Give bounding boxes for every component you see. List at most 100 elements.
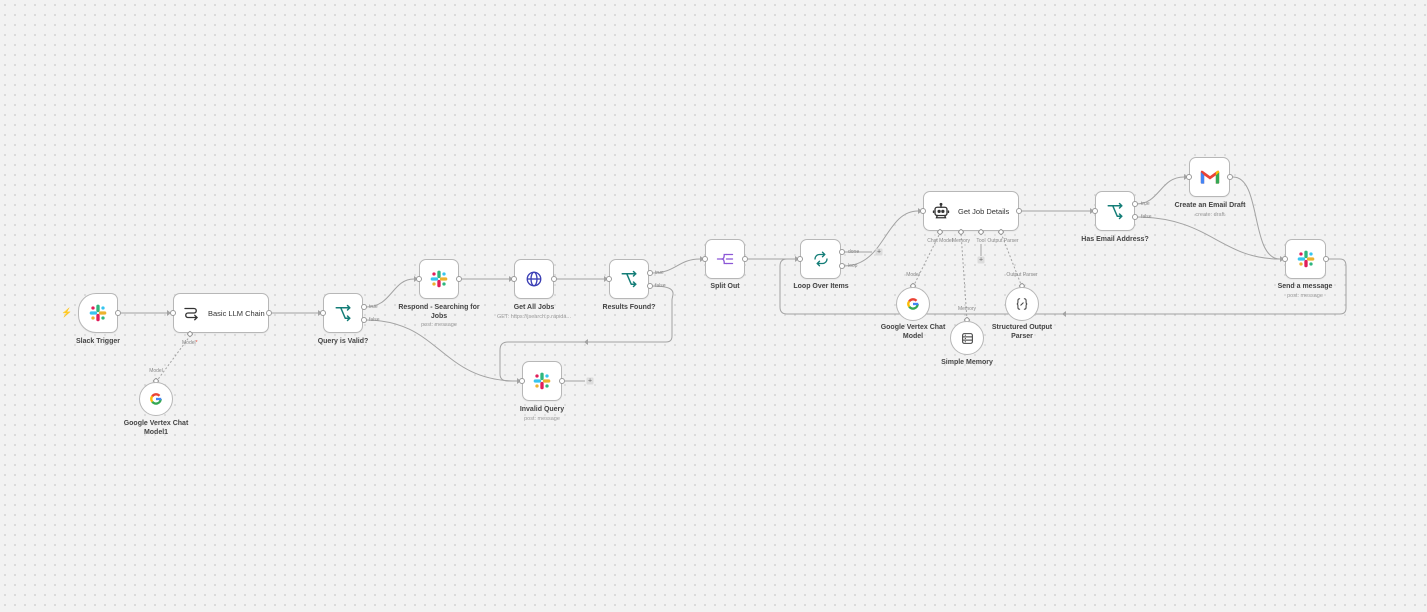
port-done[interactable] (839, 249, 845, 255)
globe-icon (526, 271, 542, 287)
port-input[interactable] (1092, 208, 1098, 214)
port-label-model: Model* (182, 340, 198, 346)
node-create-email-draft[interactable] (1189, 157, 1230, 197)
node-label: Send a message (1277, 283, 1333, 290)
google-icon (150, 393, 162, 405)
node-label: Invalid Query (519, 406, 565, 413)
node-vertex-model-1[interactable] (139, 382, 173, 416)
port-input[interactable] (797, 256, 803, 262)
port-output[interactable] (551, 276, 557, 282)
node-split-out[interactable] (705, 239, 745, 279)
node-vertex-model[interactable] (896, 287, 930, 321)
node-respond-searching[interactable] (419, 259, 459, 299)
port-output[interactable] (1227, 174, 1233, 180)
port-input[interactable] (606, 276, 612, 282)
edge-loop-to-agent (843, 210, 919, 267)
port-input[interactable] (702, 256, 708, 262)
node-get-job-details[interactable]: Get Job Details (923, 191, 1019, 231)
node-sublabel: create: draft (1195, 212, 1225, 218)
port-input[interactable] (519, 378, 525, 384)
port-output[interactable] (742, 256, 748, 262)
port-label-chat-model: Chat Model (927, 238, 953, 244)
port-label-done: done (848, 249, 860, 255)
node-has-email-address[interactable] (1095, 191, 1135, 231)
port-label-memory: Memory (957, 306, 977, 312)
node-sublabel: post: message (1287, 293, 1323, 299)
workflow-canvas[interactable]: ⚡ Slack Trigger Basic LLM Chain Model* M… (0, 0, 1427, 612)
port-label-true: true (655, 270, 664, 276)
node-structured-output-parser[interactable] (1005, 287, 1039, 321)
node-simple-memory[interactable] (950, 321, 984, 355)
port-input[interactable] (920, 208, 926, 214)
add-node-button[interactable]: + (875, 248, 883, 256)
database-icon (961, 332, 973, 344)
port-input[interactable] (170, 310, 176, 316)
port-false[interactable] (1132, 214, 1138, 220)
add-tool-button[interactable]: + (977, 256, 985, 264)
if-branch-icon (621, 270, 637, 288)
trigger-bolt-icon: ⚡ (61, 307, 73, 318)
port-label-true: true (369, 304, 378, 310)
node-basic-llm-chain[interactable]: Basic LLM Chain (173, 293, 269, 333)
edge-send-back-to-loop (779, 258, 1347, 315)
port-output[interactable] (456, 276, 462, 282)
edge-query-true-to-respond (365, 278, 415, 308)
edge-gmail-to-send (1232, 176, 1281, 260)
port-input[interactable] (511, 276, 517, 282)
slack-icon (533, 372, 551, 390)
port-input[interactable] (416, 276, 422, 282)
port-label-output-parser: Output Parser (987, 238, 1019, 244)
port-false[interactable] (647, 283, 653, 289)
port-label-output-parser: Output Parser (1006, 272, 1038, 278)
node-loop-over-items[interactable] (800, 239, 841, 279)
slack-icon (1297, 250, 1314, 268)
port-input[interactable] (1282, 256, 1288, 262)
port-loop[interactable] (839, 263, 845, 269)
node-invalid-query[interactable] (522, 361, 562, 401)
node-sublabel: post: message (524, 416, 560, 422)
node-slack-trigger[interactable] (78, 293, 118, 333)
arrow-feedback-mid (584, 339, 588, 345)
port-label-false: false (1141, 214, 1152, 220)
port-output[interactable] (1323, 256, 1329, 262)
if-branch-icon (1107, 202, 1123, 220)
node-query-is-valid[interactable] (323, 293, 363, 333)
node-label: Query is Valid? (317, 338, 369, 345)
tool-dangling-edge (980, 244, 982, 256)
node-label: Google Vertex Chat Model1 (123, 420, 189, 436)
node-label: Simple Memory (941, 359, 993, 366)
port-true[interactable] (647, 270, 653, 276)
add-node-button[interactable]: + (586, 377, 594, 385)
port-true[interactable] (361, 304, 367, 310)
node-label: Structured Output Parser (991, 324, 1053, 340)
port-true[interactable] (1132, 201, 1138, 207)
node-get-all-jobs[interactable] (514, 259, 554, 299)
if-branch-icon (335, 304, 351, 322)
slack-icon (430, 270, 448, 288)
port-input[interactable] (320, 310, 326, 316)
node-sublabel: post: message (421, 322, 457, 328)
edge-hasemail-false-to-send (1135, 216, 1281, 260)
node-label: Has Email Address? (1081, 236, 1149, 243)
port-label-model: Model (149, 368, 163, 374)
node-label: Create an Email Draft (1174, 202, 1246, 209)
loop-icon (813, 251, 828, 267)
port-input[interactable] (1186, 174, 1192, 180)
node-results-found[interactable] (609, 259, 649, 299)
node-send-a-message[interactable] (1285, 239, 1326, 279)
node-label: Get All Jobs (513, 304, 555, 311)
dangling-edge (565, 380, 585, 382)
node-label: Results Found? (602, 304, 656, 311)
chain-icon (184, 307, 198, 321)
arrow-feedback-loop (1062, 311, 1066, 317)
gmail-icon (1200, 170, 1219, 184)
port-output[interactable] (115, 310, 121, 316)
node-label: Loop Over Items (793, 283, 849, 290)
edge-query-false-to-invalid (365, 319, 518, 382)
port-label-loop: loop (848, 263, 858, 269)
port-label-true: true (1141, 201, 1150, 207)
port-false[interactable] (361, 317, 367, 323)
port-output[interactable] (1016, 208, 1022, 214)
port-output[interactable] (266, 310, 272, 316)
port-label-false: false (655, 283, 666, 289)
